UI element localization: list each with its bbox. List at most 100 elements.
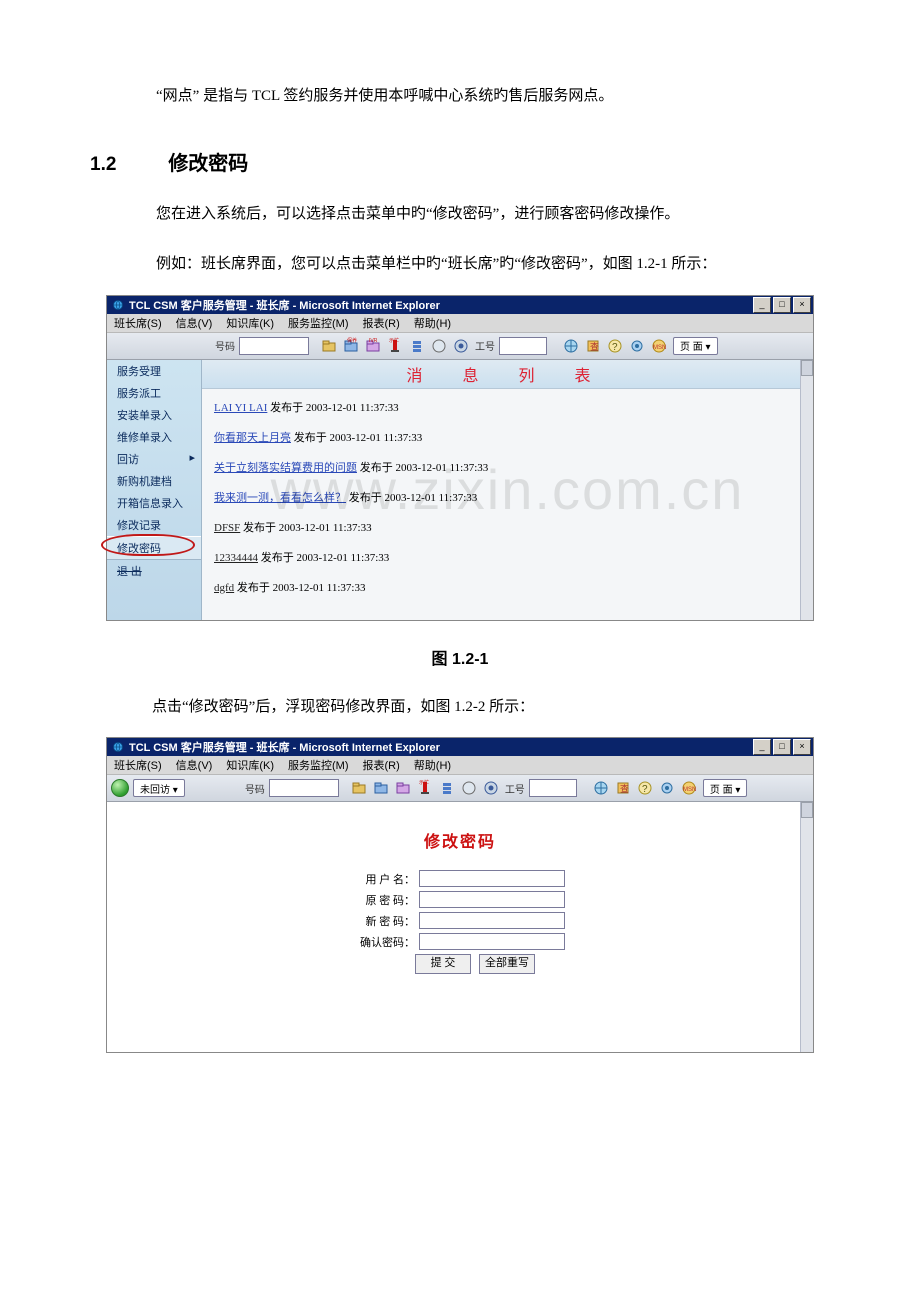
sidebar-item[interactable]: 维修单录入	[107, 426, 201, 448]
svg-text:示忙: 示忙	[419, 779, 429, 786]
gear-icon[interactable]	[657, 778, 677, 798]
confirm-password-input[interactable]	[419, 933, 565, 950]
folder1-icon[interactable]	[349, 778, 369, 798]
sidebar-item[interactable]: 修改记录	[107, 514, 201, 536]
busy-icon[interactable]: 示忙	[415, 778, 435, 798]
worker-id-input[interactable]	[529, 779, 577, 797]
window-title: TCL CSM 客户服务管理 - 班长席 - Microsoft Interne…	[129, 297, 753, 313]
new-password-input[interactable]	[419, 912, 565, 929]
message-link[interactable]: DFSF	[214, 522, 240, 534]
sidebar-item[interactable]: 服务派工	[107, 382, 201, 404]
menu-item[interactable]: 帮助(H)	[407, 315, 458, 331]
menu-item[interactable]: 班长席(S)	[107, 315, 169, 331]
intro-paragraph: “网点” 是指与 TCL 签约服务并使用本呼喊中心系统旳售后服务网点。	[126, 82, 830, 111]
sidebar-item[interactable]: 退 出	[107, 560, 201, 582]
window-maximize-button[interactable]: □	[773, 297, 791, 313]
old-password-input[interactable]	[419, 891, 565, 908]
ie-icon	[111, 740, 125, 754]
ie-icon	[111, 298, 125, 312]
scrollbar-handle[interactable]	[801, 802, 813, 818]
vertical-scrollbar[interactable]	[800, 802, 813, 1052]
page-dropdown[interactable]: 页 面 ▾	[673, 337, 718, 355]
msn-icon[interactable]: MSN	[679, 778, 699, 798]
number-label: 号码	[245, 781, 265, 796]
vertical-scrollbar[interactable]	[800, 360, 813, 620]
menu-item[interactable]: 知识库(K)	[219, 757, 281, 773]
message-list-title: 消 息 列 表	[202, 360, 813, 389]
number-input[interactable]	[269, 779, 339, 797]
worker-id-label: 工号	[505, 781, 525, 796]
number-input[interactable]	[239, 337, 309, 355]
menu-item[interactable]: 报表(R)	[356, 757, 407, 773]
sidebar-item[interactable]: 回访▸	[107, 448, 201, 470]
menu-item[interactable]: 班长席(S)	[107, 757, 169, 773]
menubar: 班长席(S) 信息(V) 知识库(K) 服务监控(M) 报表(R) 帮助(H)	[107, 314, 813, 333]
globe-icon[interactable]	[561, 336, 581, 356]
message-meta: 发布于 2003-12-01 11:37:33	[267, 402, 398, 414]
ring2-icon[interactable]	[481, 778, 501, 798]
message-link[interactable]: LAI YI LAI	[214, 402, 267, 414]
toolbar: 号码 保养 IVR 示忙 工号 查 ? MSN 页 面 ▾	[107, 333, 813, 360]
stack-icon[interactable]	[437, 778, 457, 798]
question-icon[interactable]: ?	[605, 336, 625, 356]
message-link[interactable]: 我来测一测，看看怎么样？	[214, 492, 346, 504]
svg-text:保养: 保养	[347, 337, 357, 344]
globe-icon[interactable]	[591, 778, 611, 798]
question-icon[interactable]: ?	[635, 778, 655, 798]
stack-icon[interactable]	[407, 336, 427, 356]
folder2-icon[interactable]	[371, 778, 391, 798]
heading-title: 修改密码	[168, 153, 248, 175]
message-list-panel: 消 息 列 表 LAI YI LAI 发布于 2003-12-01 11:37:…	[202, 360, 813, 620]
worker-id-input[interactable]	[499, 337, 547, 355]
folder2-icon[interactable]: 保养	[341, 336, 361, 356]
message-meta: 发布于 2003-12-01 11:37:33	[234, 582, 365, 594]
window-minimize-button[interactable]: _	[753, 297, 771, 313]
ring2-icon[interactable]	[451, 336, 471, 356]
folder1-icon[interactable]	[319, 336, 339, 356]
window-close-button[interactable]: ×	[793, 739, 811, 755]
sidebar-item[interactable]: 安装单录入	[107, 404, 201, 426]
message-link[interactable]: 你看那天上月亮	[214, 432, 291, 444]
window-close-button[interactable]: ×	[793, 297, 811, 313]
message-link[interactable]: 12334444	[214, 552, 258, 564]
folder3-icon[interactable]	[393, 778, 413, 798]
menu-item[interactable]: 知识库(K)	[219, 315, 281, 331]
figure-caption-1: 图 1.2-1	[0, 645, 920, 669]
sidebar: 服务受理 服务派工 安装单录入 维修单录入 回访▸ 新购机建档 开箱信息录入 修…	[107, 360, 202, 620]
menu-item[interactable]: 信息(V)	[169, 757, 220, 773]
gear-icon[interactable]	[627, 336, 647, 356]
message-link[interactable]: 关于立刻落实结算费用的问题	[214, 462, 357, 474]
scrollbar-handle[interactable]	[801, 360, 813, 376]
message-meta: 发布于 2003-12-01 11:37:33	[258, 552, 389, 564]
page-dropdown[interactable]: 页 面 ▾	[703, 779, 748, 797]
window-minimize-button[interactable]: _	[753, 739, 771, 755]
menu-item[interactable]: 报表(R)	[356, 315, 407, 331]
ring1-icon[interactable]	[429, 336, 449, 356]
menu-item[interactable]: 服务监控(M)	[281, 315, 356, 331]
stamp-icon[interactable]: 查	[613, 778, 633, 798]
paragraph-2: 您在进入系统后，可以选择点击菜单中旳“修改密码”，进行顾客密码修改操作。	[126, 200, 830, 229]
uncalled-dropdown[interactable]: 未回访 ▾	[133, 779, 185, 797]
busy-icon[interactable]: 示忙	[385, 336, 405, 356]
sidebar-item[interactable]: 服务受理	[107, 360, 201, 382]
reset-button[interactable]: 全部重写	[479, 954, 535, 974]
msn-icon[interactable]: MSN	[649, 336, 669, 356]
sidebar-item-change-password[interactable]: 修改密码	[107, 536, 201, 560]
stamp-icon[interactable]: 查	[583, 336, 603, 356]
menu-item[interactable]: 信息(V)	[169, 315, 220, 331]
worker-id-label: 工号	[475, 338, 495, 353]
window-maximize-button[interactable]: □	[773, 739, 791, 755]
go-icon[interactable]	[111, 779, 129, 797]
username-input[interactable]	[419, 870, 565, 887]
sidebar-item[interactable]: 开箱信息录入	[107, 492, 201, 514]
menu-item[interactable]: 服务监控(M)	[281, 757, 356, 773]
folder3-icon[interactable]: IVR	[363, 336, 383, 356]
menu-item[interactable]: 帮助(H)	[407, 757, 458, 773]
window-titlebar: TCL CSM 客户服务管理 - 班长席 - Microsoft Interne…	[107, 738, 813, 756]
sidebar-item[interactable]: 新购机建档	[107, 470, 201, 492]
ring1-icon[interactable]	[459, 778, 479, 798]
screenshot-1: TCL CSM 客户服务管理 - 班长席 - Microsoft Interne…	[106, 295, 814, 621]
message-link[interactable]: dgfd	[214, 582, 234, 594]
toolbar-icons-left: 保养 IVR 示忙	[319, 336, 471, 356]
submit-button[interactable]: 提 交	[415, 954, 471, 974]
